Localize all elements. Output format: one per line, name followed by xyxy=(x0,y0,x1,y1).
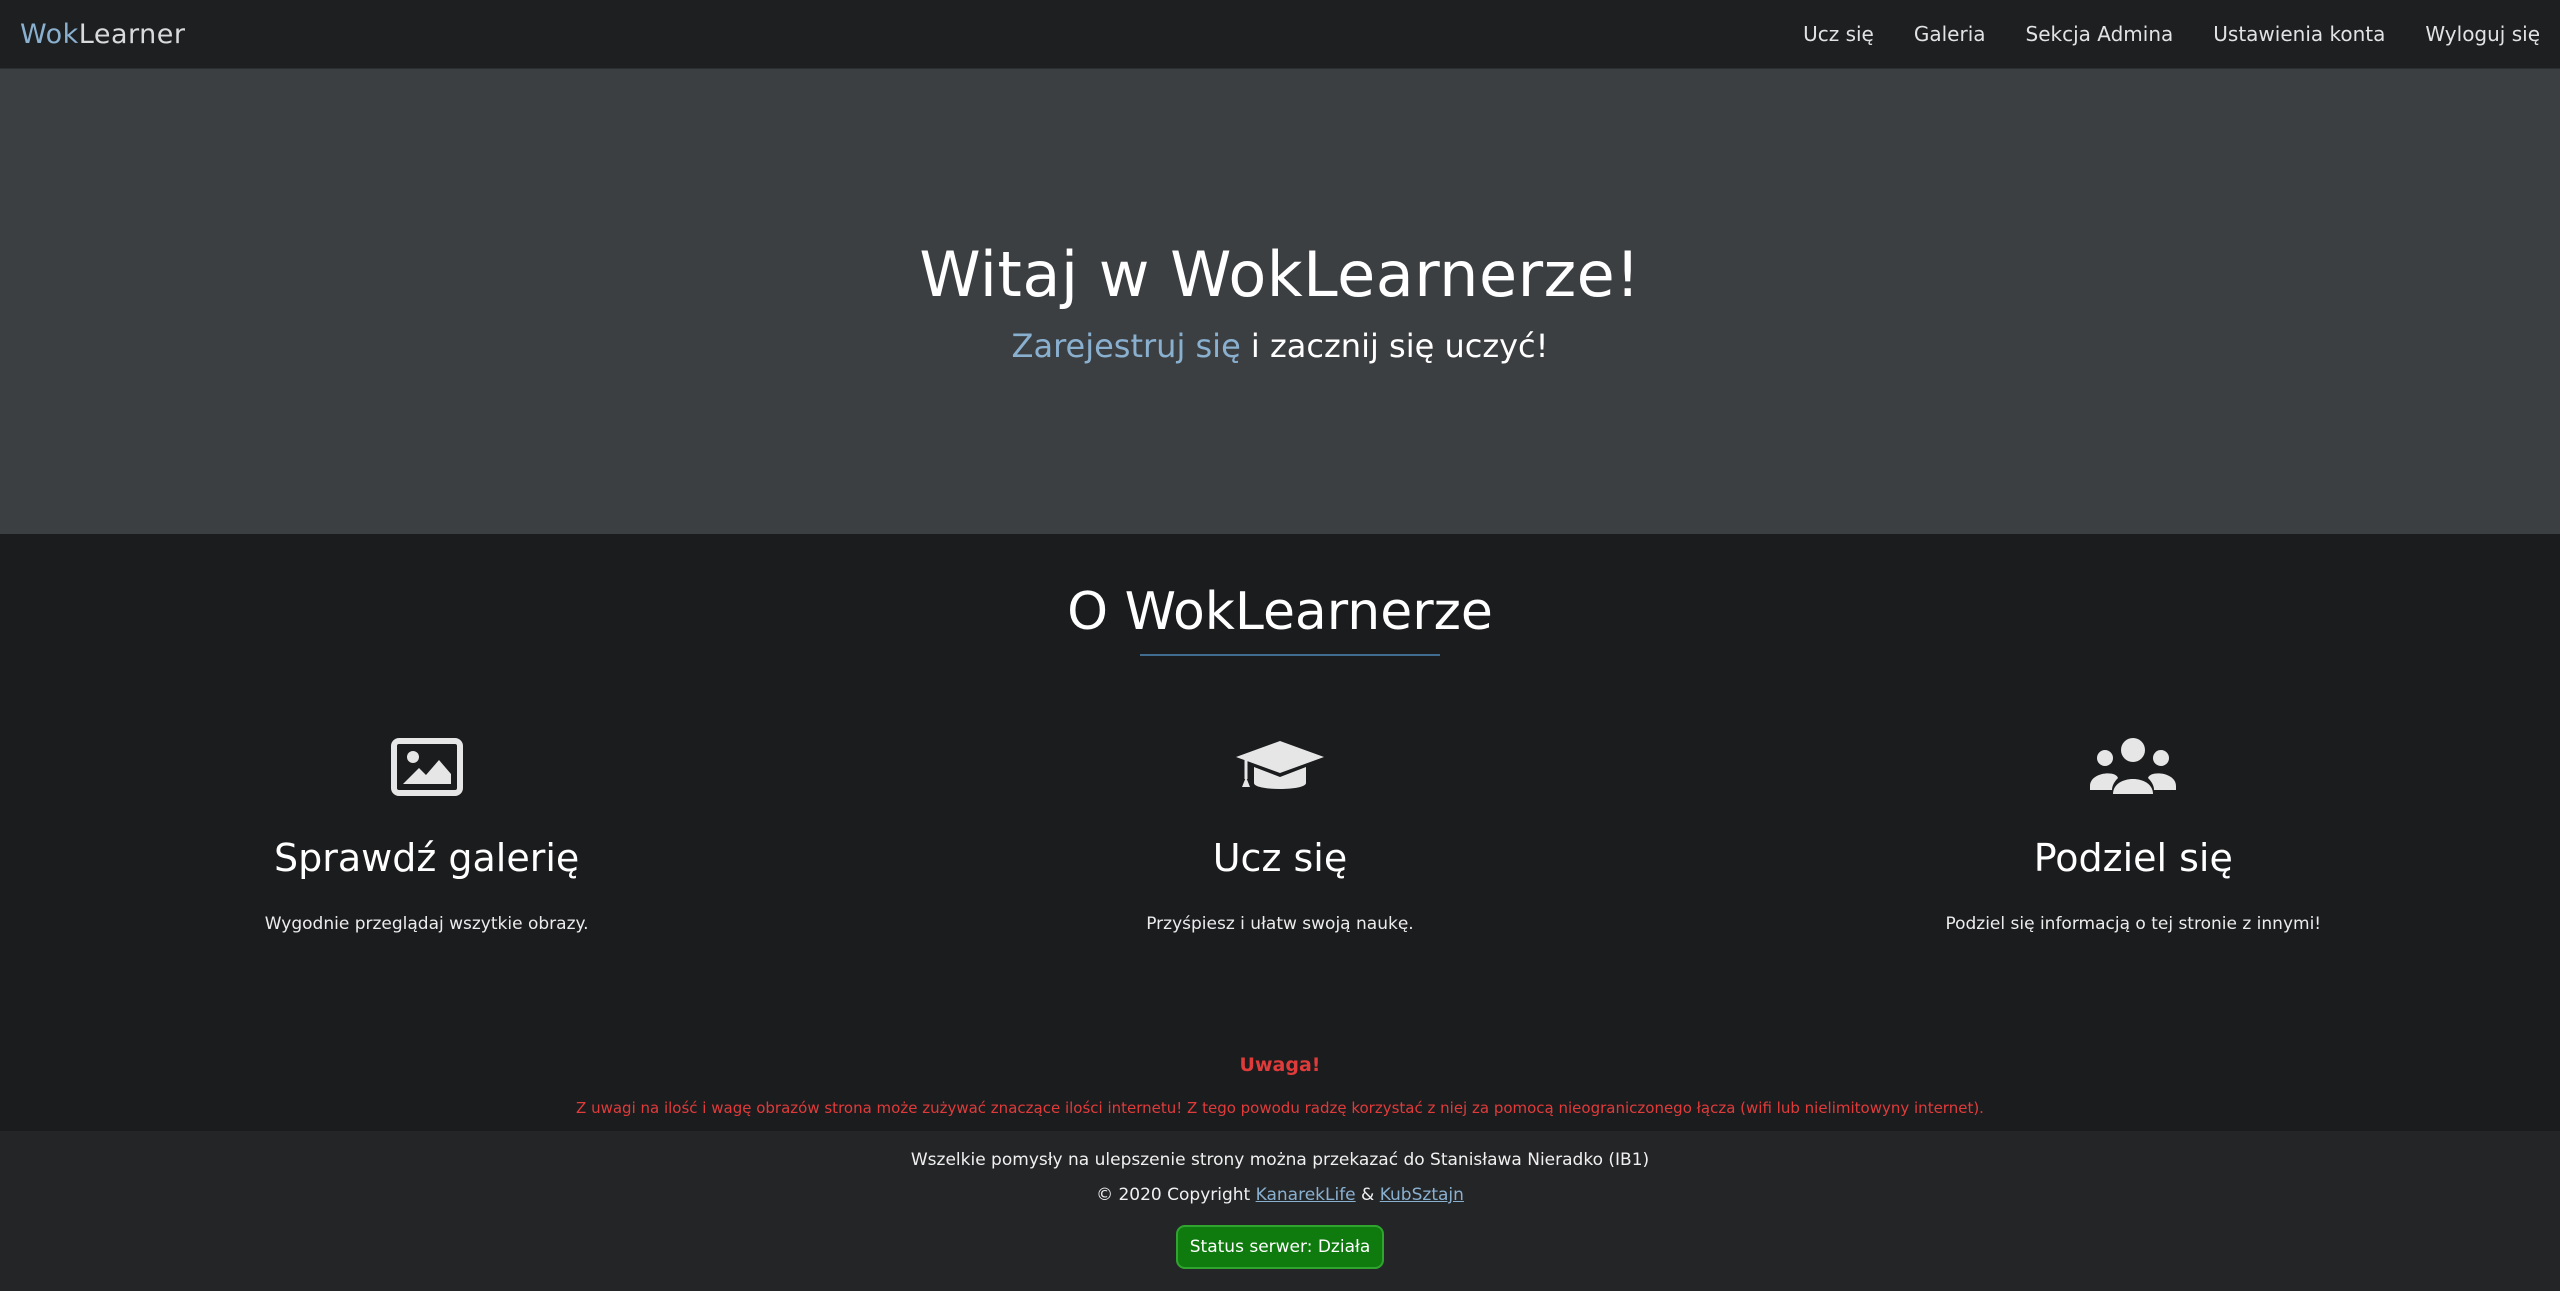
warning-title: Uwaga! xyxy=(1239,1054,1321,1076)
copyright-and: & xyxy=(1355,1185,1380,1205)
nav-links: Ucz się Galeria Sekcja Admina Ustawienia… xyxy=(1763,22,2540,46)
feature-title: Ucz się xyxy=(1212,836,1348,880)
warning-text: Z uwagi na ilość i wagę obrazów strona m… xyxy=(576,1099,1984,1117)
nav-link-wyloguj[interactable]: Wyloguj się xyxy=(2425,22,2540,46)
nav-link-galeria[interactable]: Galeria xyxy=(1914,22,1986,46)
feature-text: Wygodnie przeglądaj wszytkie obrazy. xyxy=(264,914,589,934)
hero-subtitle: Zarejestruj się i zacznij się uczyć! xyxy=(1012,327,1549,365)
about-title-underline xyxy=(1140,654,1440,656)
brand-wok: Wok xyxy=(20,18,79,50)
author-link-kubsztajn[interactable]: KubSztajn xyxy=(1380,1185,1464,1205)
users-icon xyxy=(1707,736,2560,798)
about-title: O WokLearnerze xyxy=(1067,582,1493,642)
author-link-kanareklife[interactable]: KanarekLife xyxy=(1256,1185,1356,1205)
nav-link-ucz-sie[interactable]: Ucz się xyxy=(1803,22,1874,46)
hero-subtitle-rest: i zacznij się uczyć! xyxy=(1240,327,1549,365)
navbar: WokLearner Ucz się Galeria Sekcja Admina… xyxy=(0,0,2560,69)
footer: Wszelkie pomysły na ulepszenie strony mo… xyxy=(0,1131,2560,1291)
server-status-badge: Status serwer: Działa xyxy=(1175,1225,1385,1269)
warning-box: Uwaga! Z uwagi na ilość i wagę obrazów s… xyxy=(0,1054,2560,1117)
features: Sprawdź galerię Wygodnie przeglądaj wszy… xyxy=(0,736,2560,934)
feature-share: Podziel się Podziel się informacją o tej… xyxy=(1707,736,2560,934)
feature-text: Podziel się informacją o tej stronie z i… xyxy=(1945,914,2322,934)
hero: Witaj w WokLearnerze! Zarejestruj się i … xyxy=(0,69,2560,534)
graduation-cap-icon xyxy=(853,736,1706,798)
about-section: O WokLearnerze Sprawdź galerię Wygodnie … xyxy=(0,534,2560,1117)
feature-text: Przyśpiesz i ułatw swoją naukę. xyxy=(1146,914,1414,934)
copyright-prefix: © 2020 Copyright xyxy=(1096,1185,1256,1205)
nav-link-sekcja-admina[interactable]: Sekcja Admina xyxy=(2026,22,2174,46)
nav-link-ustawienia-konta[interactable]: Ustawienia konta xyxy=(2213,22,2385,46)
feature-learn: Ucz się Przyśpiesz i ułatw swoją naukę. xyxy=(853,736,1706,934)
feature-gallery: Sprawdź galerię Wygodnie przeglądaj wszy… xyxy=(0,736,853,934)
feature-title: Sprawdź galerię xyxy=(274,836,580,880)
register-link[interactable]: Zarejestruj się xyxy=(1012,327,1241,365)
brand-learner: Learner xyxy=(78,18,186,50)
hero-title: Witaj w WokLearnerze! xyxy=(919,238,1641,311)
image-icon xyxy=(0,736,853,798)
brand-logo[interactable]: WokLearner xyxy=(20,19,185,50)
footer-ideas: Wszelkie pomysły na ulepszenie strony mo… xyxy=(910,1150,1650,1170)
footer-copyright: © 2020 Copyright KanarekLife & KubSztajn xyxy=(0,1185,2560,1205)
feature-title: Podziel się xyxy=(2033,836,2233,880)
